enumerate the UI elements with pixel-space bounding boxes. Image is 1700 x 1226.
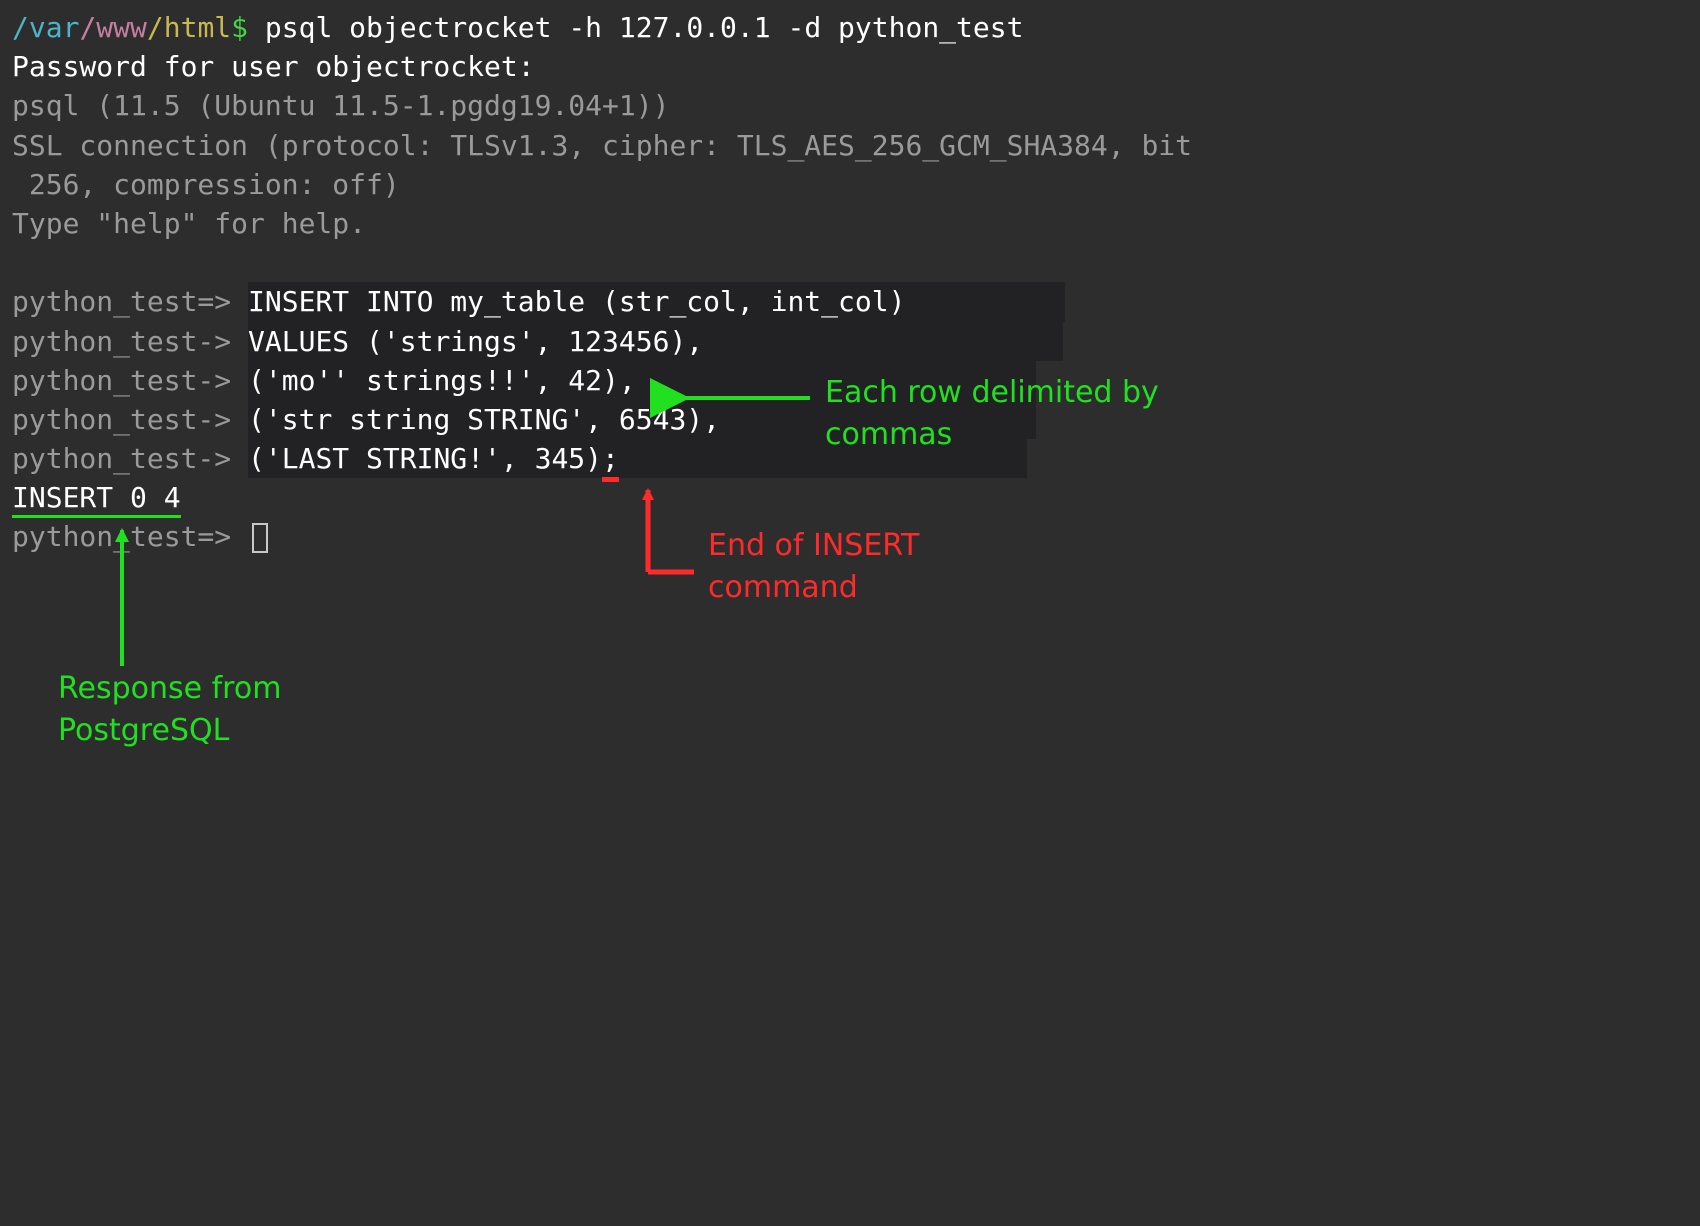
prompt-path-www: /www [79, 11, 146, 44]
help-hint: Type "help" for help. [12, 204, 1688, 243]
sql-values-2: ('mo'' strings!!', 42) [248, 364, 619, 397]
psql-prompt-cont: python_test-> [12, 403, 248, 436]
sql-semicolon: ; [602, 442, 619, 482]
ssl-line-b: 256, compression: off) [12, 165, 1688, 204]
sql-values-4: ('LAST STRING!', 345) [248, 442, 602, 475]
annotation-response: Response from PostgreSQL [58, 668, 358, 752]
annotation-rows: Each row delimited by commas [825, 372, 1245, 456]
arrow-green-response-icon [112, 530, 132, 670]
psql-command: psql objectrocket -h 127.0.0.1 -d python… [248, 11, 1023, 44]
sql-comma-2: , [619, 364, 636, 397]
blank-line [12, 243, 1688, 282]
psql-prompt-cont: python_test-> [12, 325, 248, 358]
ssl-line-a: SSL connection (protocol: TLSv1.3, ciphe… [12, 126, 1688, 165]
prompt-path-html: /html [147, 11, 231, 44]
psql-prompt-cont: python_test-> [12, 364, 248, 397]
prompt-dollar: $ [231, 11, 248, 44]
arrow-red-end-icon [638, 490, 698, 590]
annotation-end: End of INSERT command [708, 525, 1048, 609]
prompt-path-var: /var [12, 11, 79, 44]
sql-values-1: VALUES ('strings', 123456), [248, 322, 1063, 361]
insert-response: INSERT 0 4 [12, 481, 181, 518]
psql-prompt-cont: python_test-> [12, 442, 248, 475]
sql-insert-into: INSERT INTO my_table (str_col, int_col) [248, 282, 1065, 321]
sql-response-line: INSERT 0 4 [12, 478, 1688, 517]
sql-line-2: python_test-> VALUES ('strings', 123456)… [12, 322, 1688, 361]
cursor-icon [252, 523, 268, 553]
arrow-green-rows-icon [670, 388, 810, 408]
psql-version: psql (11.5 (Ubuntu 11.5-1.pgdg19.04+1)) [12, 86, 1688, 125]
terminal-line-command: /var/www/html$ psql objectrocket -h 127.… [12, 8, 1688, 47]
password-prompt: Password for user objectrocket: [12, 47, 1688, 86]
sql-line-1: python_test=> INSERT INTO my_table (str_… [12, 282, 1688, 321]
psql-prompt-open: python_test=> [12, 285, 248, 318]
